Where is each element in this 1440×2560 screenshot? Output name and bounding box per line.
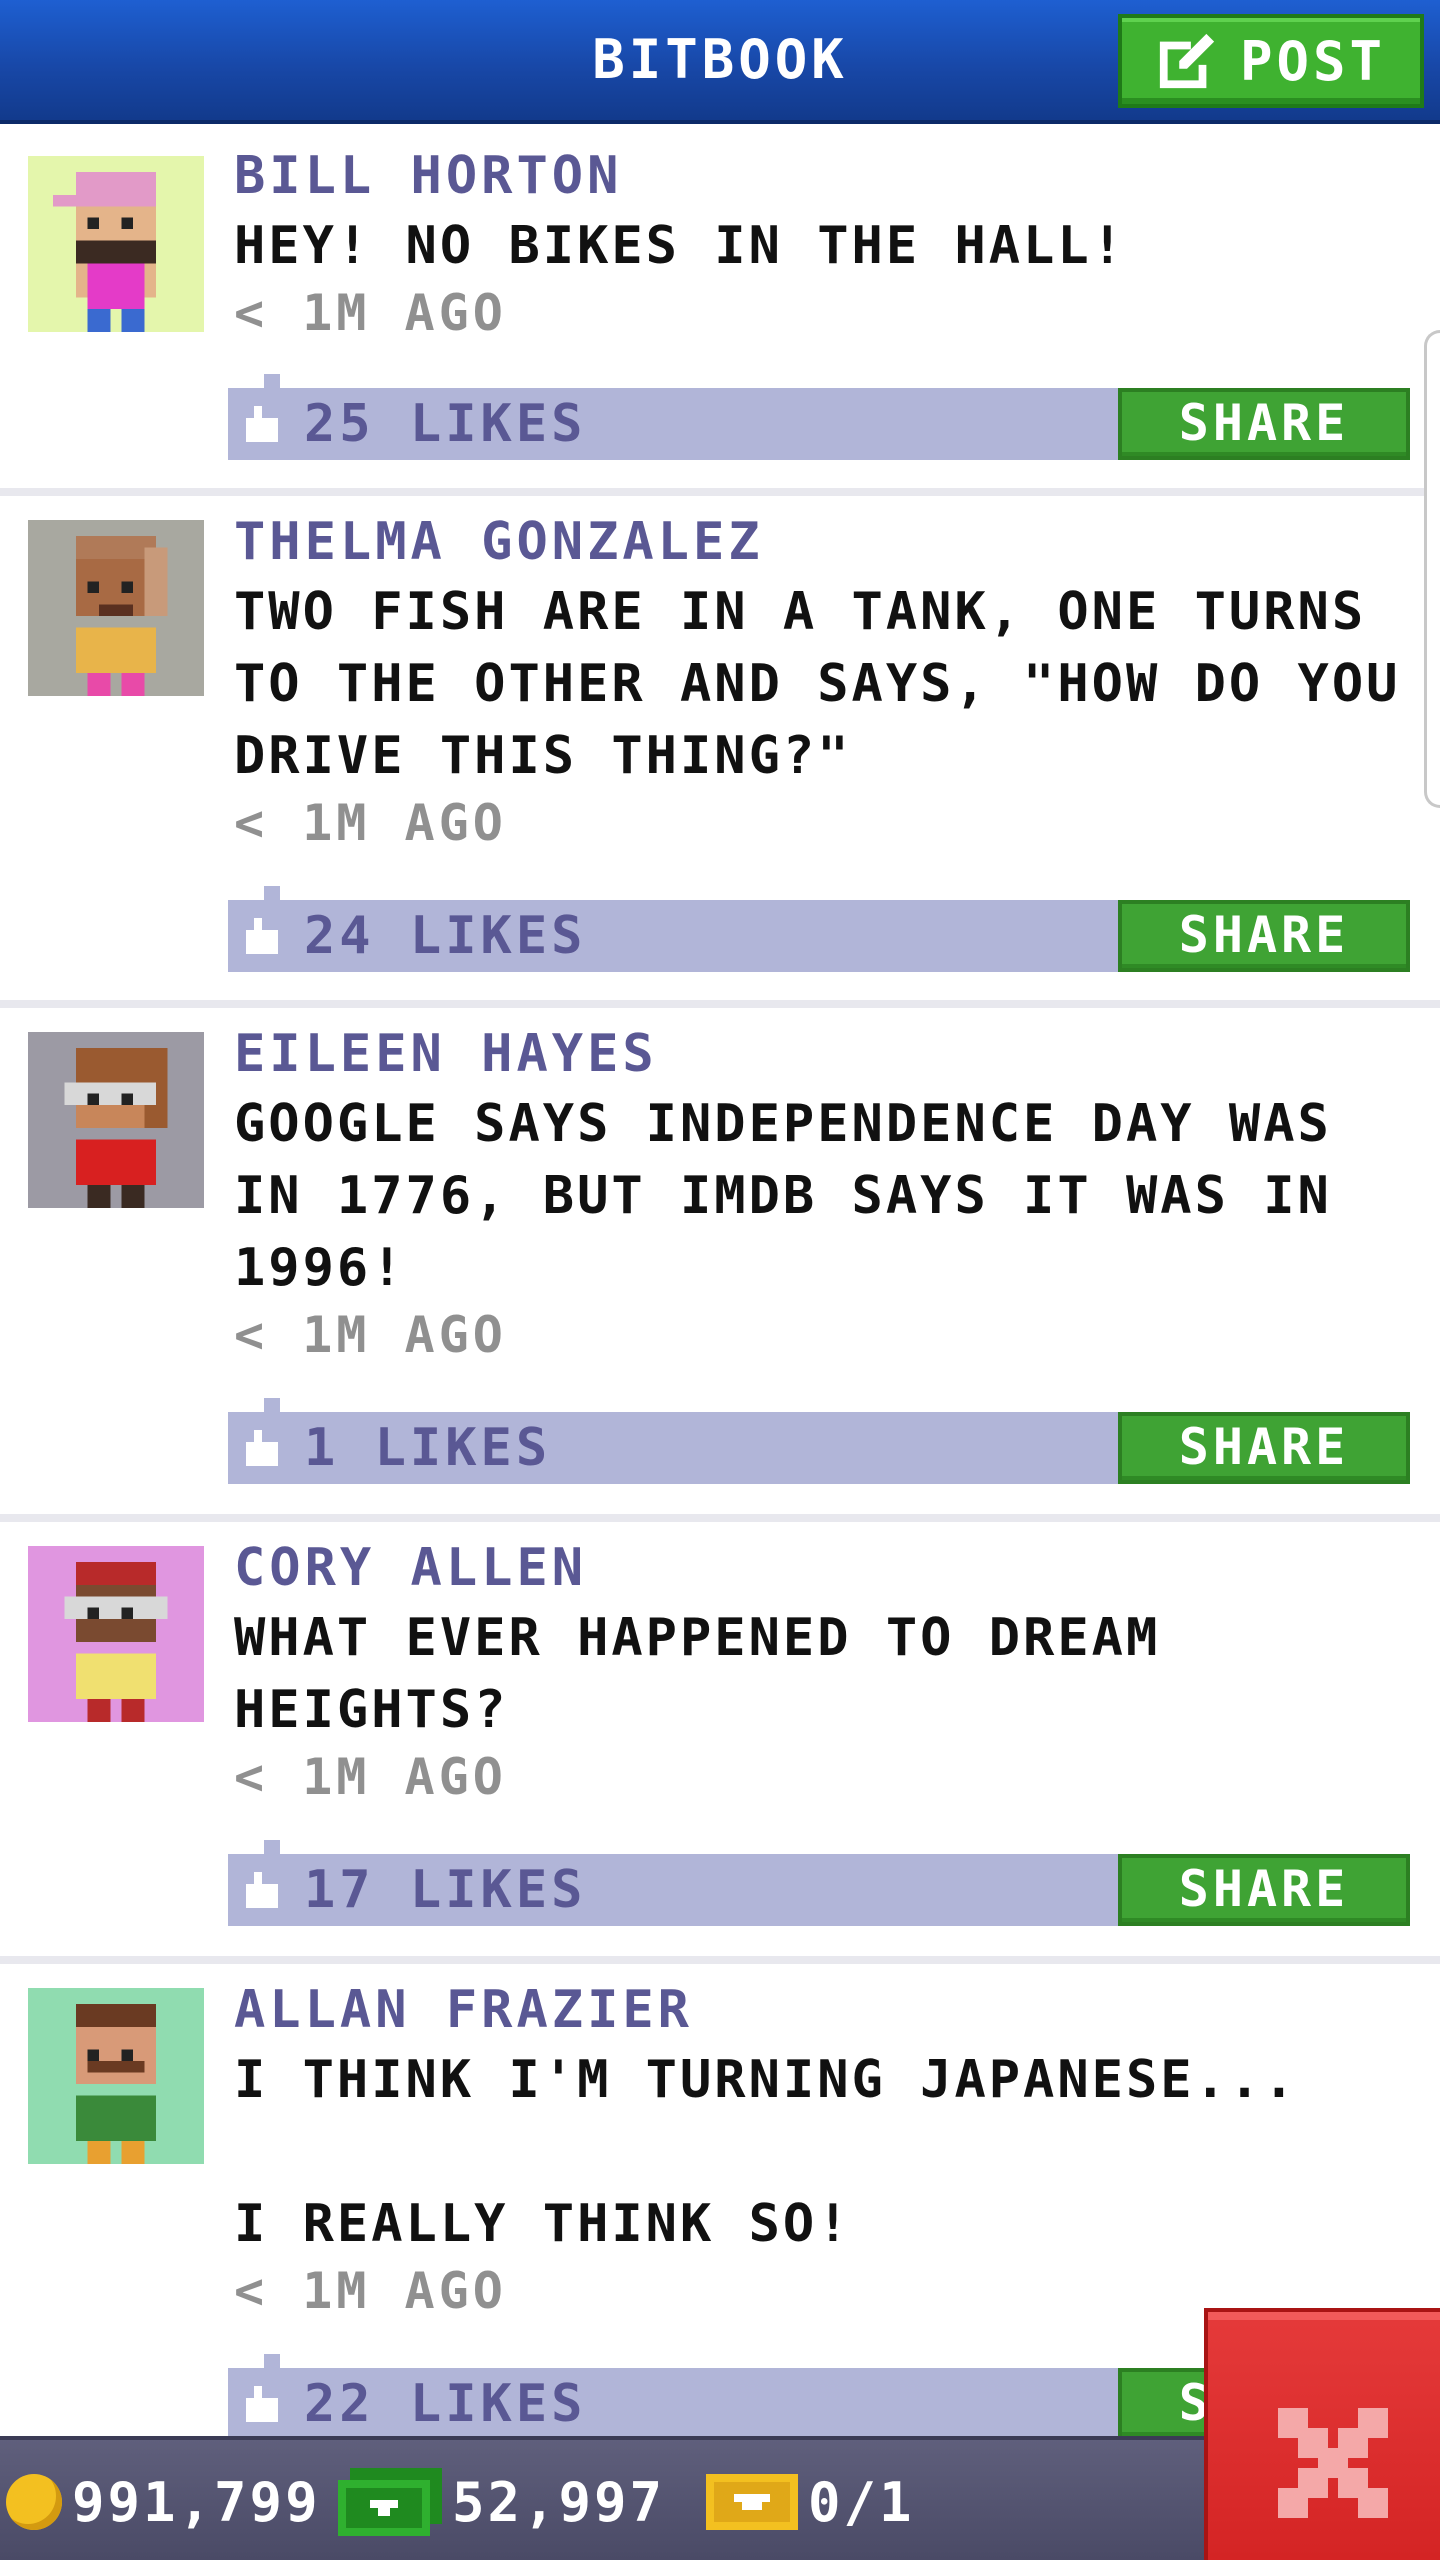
character-avatar-icon bbox=[53, 172, 157, 332]
avatar[interactable] bbox=[28, 520, 204, 696]
feed[interactable]: BILL HORTON HEY! NO BIKES IN THE HALL! <… bbox=[0, 124, 1440, 2436]
character-avatar-icon bbox=[76, 536, 168, 696]
post-divider bbox=[0, 1000, 1440, 1008]
feed-post: EILEEN HAYES GOOGLE SAYS INDEPENDENCE DA… bbox=[0, 1008, 1440, 1514]
avatar[interactable] bbox=[28, 1032, 204, 1208]
post-timestamp: < 1M AGO bbox=[234, 794, 507, 852]
feed-post: THELMA GONZALEZ TWO FISH ARE IN A TANK, … bbox=[0, 496, 1440, 1000]
post-author[interactable]: EILEEN HAYES bbox=[234, 1024, 658, 1084]
post-author[interactable]: ALLAN FRAZIER bbox=[234, 1980, 693, 2040]
coin-icon bbox=[6, 2474, 62, 2530]
post-message: GOOGLE SAYS INDEPENDENCE DAY WAS IN 1776… bbox=[234, 1094, 1367, 1298]
likes-bar: 1 LIKES SHARE bbox=[228, 1398, 1410, 1484]
thumbs-up-icon[interactable] bbox=[242, 918, 282, 954]
post-author[interactable]: CORY ALLEN bbox=[234, 1538, 587, 1598]
top-bar: BITBOOK POST bbox=[0, 0, 1440, 124]
likes-bar: 25 LIKES SHARE bbox=[228, 374, 1410, 460]
character-avatar-icon bbox=[64, 1562, 168, 1722]
post-timestamp: < 1M AGO bbox=[234, 1306, 507, 1364]
post-timestamp: < 1M AGO bbox=[234, 2262, 507, 2320]
post-author[interactable]: THELMA GONZALEZ bbox=[234, 512, 764, 572]
thumbs-up-icon[interactable] bbox=[242, 2386, 282, 2422]
bux-display: 52,997 bbox=[338, 2440, 665, 2560]
post-button-label: POST bbox=[1239, 29, 1387, 93]
ticket-icon bbox=[706, 2474, 798, 2530]
likes-count: 17 LIKES bbox=[304, 1860, 587, 1920]
likes-bar: 17 LIKES SHARE bbox=[228, 1840, 1410, 1926]
character-avatar-icon bbox=[64, 1048, 168, 1208]
likes-count: 22 LIKES bbox=[304, 2374, 587, 2434]
close-button[interactable] bbox=[1204, 2308, 1440, 2560]
character-avatar-icon bbox=[76, 2004, 156, 2164]
post-message: TWO FISH ARE IN A TANK, ONE TURNS TO THE… bbox=[234, 582, 1435, 786]
post-timestamp: < 1M AGO bbox=[234, 284, 507, 342]
likes-count: 25 LIKES bbox=[304, 394, 587, 454]
post-author[interactable]: BILL HORTON bbox=[234, 146, 622, 206]
bux-icon bbox=[338, 2468, 442, 2536]
post-button[interactable]: POST bbox=[1118, 14, 1424, 108]
share-button[interactable]: SHARE bbox=[1118, 900, 1410, 972]
edit-icon bbox=[1159, 33, 1215, 89]
share-button[interactable]: SHARE bbox=[1118, 1412, 1410, 1484]
likes-count: 1 LIKES bbox=[304, 1418, 552, 1478]
feed-post: CORY ALLEN WHAT EVER HAPPENED TO DREAM H… bbox=[0, 1522, 1440, 1956]
post-divider bbox=[0, 488, 1440, 496]
avatar[interactable] bbox=[28, 1988, 204, 2164]
share-button[interactable]: SHARE bbox=[1118, 1854, 1410, 1926]
post-message: WHAT EVER HAPPENED TO DREAM HEIGHTS? bbox=[234, 1608, 1195, 1740]
post-message: I THINK I'M TURNING JAPANESE... I REALLY… bbox=[234, 2050, 1298, 2254]
coins-value: 991,799 bbox=[72, 2470, 321, 2534]
post-message: HEY! NO BIKES IN THE HALL! bbox=[234, 216, 1126, 276]
share-button[interactable]: SHARE bbox=[1118, 388, 1410, 460]
avatar[interactable] bbox=[28, 156, 204, 332]
likes-bar: 24 LIKES SHARE bbox=[228, 886, 1410, 972]
tickets-value: 0/1 bbox=[808, 2470, 915, 2534]
scroll-indicator[interactable] bbox=[1424, 330, 1440, 808]
thumbs-up-icon[interactable] bbox=[242, 406, 282, 442]
thumbs-up-icon[interactable] bbox=[242, 1430, 282, 1466]
close-icon bbox=[1278, 2408, 1388, 2518]
avatar[interactable] bbox=[28, 1546, 204, 1722]
tickets-display: 0/1 bbox=[706, 2440, 915, 2560]
likes-count: 24 LIKES bbox=[304, 906, 587, 966]
post-timestamp: < 1M AGO bbox=[234, 1748, 507, 1806]
post-divider bbox=[0, 1956, 1440, 1964]
feed-post: BILL HORTON HEY! NO BIKES IN THE HALL! <… bbox=[0, 124, 1440, 488]
post-divider bbox=[0, 1514, 1440, 1522]
bux-value: 52,997 bbox=[452, 2470, 666, 2534]
coins-display: 991,799 bbox=[6, 2440, 321, 2560]
thumbs-up-icon[interactable] bbox=[242, 1872, 282, 1908]
